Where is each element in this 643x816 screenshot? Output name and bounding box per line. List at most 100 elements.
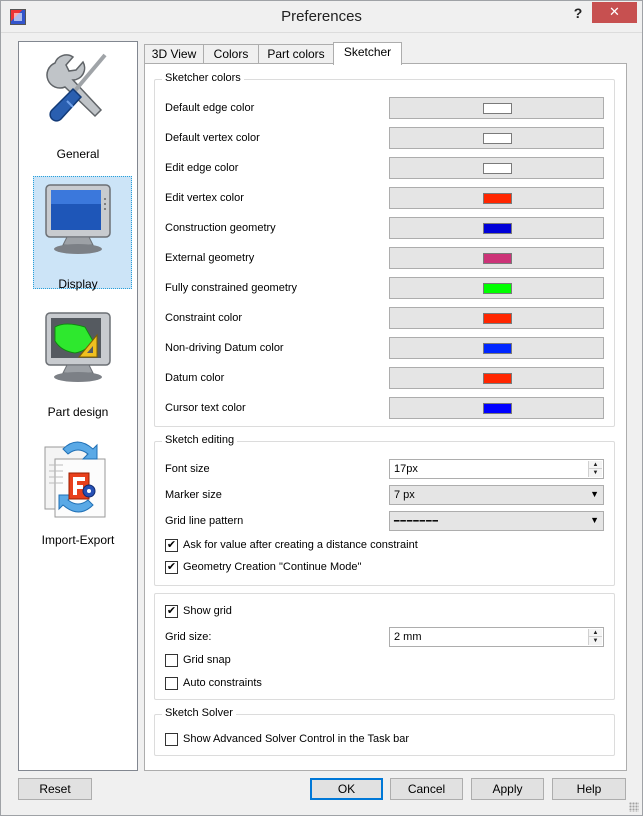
color-swatch xyxy=(483,223,512,234)
edit-edge-color-button[interactable] xyxy=(389,157,604,179)
color-swatch xyxy=(483,193,512,204)
tab-colors[interactable]: Colors xyxy=(203,44,259,64)
check-icon: ✔ xyxy=(165,561,178,574)
tab-part-colors[interactable]: Part colors xyxy=(258,44,334,64)
category-part-design[interactable]: Part design xyxy=(19,303,137,425)
checkbox-label: Show Advanced Solver Control in the Task… xyxy=(183,733,410,745)
chevron-down-icon: ▼ xyxy=(590,489,599,499)
tab-sketcher[interactable]: Sketcher xyxy=(333,42,402,65)
spin-arrows: ▲ ▼ xyxy=(588,629,602,645)
tab-3d-view[interactable]: 3D View xyxy=(144,44,204,64)
category-display[interactable]: Display xyxy=(19,175,137,297)
color-swatch xyxy=(483,343,512,354)
part-design-icon xyxy=(45,312,111,382)
color-row-label: Default edge color xyxy=(165,102,255,114)
sketcher-panel: Sketcher colors Default edge color Defau… xyxy=(144,63,627,771)
spin-down-icon[interactable]: ▼ xyxy=(589,469,602,477)
spin-down-icon[interactable]: ▼ xyxy=(589,637,602,645)
marker-size-value: 7 px xyxy=(394,489,415,501)
group-title: Sketch Solver xyxy=(162,707,236,719)
cancel-button[interactable]: Cancel xyxy=(390,778,463,800)
sketch-editing-group: Sketch editing Font size 17px ▲ ▼ Marker… xyxy=(154,434,615,586)
edit-vertex-color-button[interactable] xyxy=(389,187,604,209)
group-title: Sketch editing xyxy=(162,434,238,446)
category-label: Display xyxy=(58,277,98,291)
group-title: Sketcher colors xyxy=(162,72,244,84)
category-label: Import-Export xyxy=(41,533,115,547)
category-label: Part design xyxy=(47,405,109,419)
color-swatch xyxy=(483,373,512,384)
color-swatch xyxy=(483,283,512,294)
marker-size-combo[interactable]: 7 px ▼ xyxy=(389,485,604,505)
color-swatch xyxy=(483,313,512,324)
datum-color-button[interactable] xyxy=(389,367,604,389)
category-import-export[interactable]: Import-Export xyxy=(19,431,137,553)
default-vertex-color-button[interactable] xyxy=(389,127,604,149)
fully-constrained-color-button[interactable] xyxy=(389,277,604,299)
color-swatch xyxy=(483,253,512,264)
color-row-label: External geometry xyxy=(165,252,255,264)
color-row-label: Datum color xyxy=(165,372,225,384)
marker-size-label: Marker size xyxy=(165,489,222,501)
non-driving-datum-color-button[interactable] xyxy=(389,337,604,359)
apply-button[interactable]: Apply xyxy=(471,778,544,800)
color-row-label: Non-driving Datum color xyxy=(165,342,284,354)
category-label: General xyxy=(56,147,100,161)
font-size-value: 17px xyxy=(394,463,418,475)
grid-line-pattern-value: ━━━━━━━ xyxy=(394,516,439,526)
grid-line-pattern-combo[interactable]: ━━━━━━━ ▼ xyxy=(389,511,604,531)
checkbox-label: Auto constraints xyxy=(183,677,262,689)
color-swatch xyxy=(483,103,512,114)
checkbox-label: Show grid xyxy=(183,605,232,617)
checkbox-label: Ask for value after creating a distance … xyxy=(183,539,418,551)
check-icon: ✔ xyxy=(165,605,178,618)
grid-line-pattern-label: Grid line pattern xyxy=(165,515,244,527)
grid-group: ✔ Show grid Grid size: 2 mm ▲ ▼ Grid sna… xyxy=(154,593,615,700)
category-list: General Display Part design Import-Expor… xyxy=(18,41,138,771)
font-size-spinbox[interactable]: 17px ▲ ▼ xyxy=(389,459,604,479)
help-button[interactable]: Help xyxy=(552,778,626,800)
checkbox-label: Geometry Creation "Continue Mode" xyxy=(183,561,362,573)
default-edge-color-button[interactable] xyxy=(389,97,604,119)
reset-button[interactable]: Reset xyxy=(18,778,92,800)
spin-up-icon[interactable]: ▲ xyxy=(589,629,602,637)
font-size-label: Font size xyxy=(165,463,210,475)
color-row-label: Default vertex color xyxy=(165,132,260,144)
sketcher-colors-group: Sketcher colors Default edge color Defau… xyxy=(154,72,615,427)
color-swatch xyxy=(483,163,512,174)
checkbox-box xyxy=(165,654,178,667)
help-title-button[interactable]: ? xyxy=(569,5,587,25)
cursor-text-color-button[interactable] xyxy=(389,397,604,419)
checkbox-box xyxy=(165,677,178,690)
grid-size-spinbox[interactable]: 2 mm ▲ ▼ xyxy=(389,627,604,647)
grid-size-label: Grid size: xyxy=(165,631,212,643)
spin-arrows: ▲ ▼ xyxy=(588,461,602,477)
tools-icon xyxy=(46,53,107,122)
color-row-label: Cursor text color xyxy=(165,402,246,414)
sketch-solver-group: Sketch Solver Show Advanced Solver Contr… xyxy=(154,707,615,756)
external-geometry-color-button[interactable] xyxy=(389,247,604,269)
constraint-color-button[interactable] xyxy=(389,307,604,329)
chevron-down-icon: ▼ xyxy=(590,515,599,525)
color-swatch xyxy=(483,133,512,144)
ok-button[interactable]: OK xyxy=(310,778,383,800)
grid-size-value: 2 mm xyxy=(394,631,422,643)
checkbox-box xyxy=(165,733,178,746)
color-row-label: Edit edge color xyxy=(165,162,239,174)
resize-grip[interactable] xyxy=(629,802,639,812)
construction-geometry-color-button[interactable] xyxy=(389,217,604,239)
close-button[interactable]: ✕ xyxy=(592,2,637,23)
color-swatch xyxy=(483,403,512,414)
preferences-window: Preferences ? ✕ General Display Part des… xyxy=(0,0,643,816)
window-title: Preferences xyxy=(281,8,362,25)
title-bar[interactable]: Preferences ? ✕ xyxy=(1,1,642,33)
color-row-label: Construction geometry xyxy=(165,222,276,234)
color-row-label: Fully constrained geometry xyxy=(165,282,298,294)
spin-up-icon[interactable]: ▲ xyxy=(589,461,602,469)
checkbox-label: Grid snap xyxy=(183,654,231,666)
category-general[interactable]: General xyxy=(19,45,137,167)
color-row-label: Edit vertex color xyxy=(165,192,244,204)
check-icon: ✔ xyxy=(165,539,178,552)
color-row-label: Constraint color xyxy=(165,312,243,324)
import-export-icon xyxy=(44,441,106,518)
